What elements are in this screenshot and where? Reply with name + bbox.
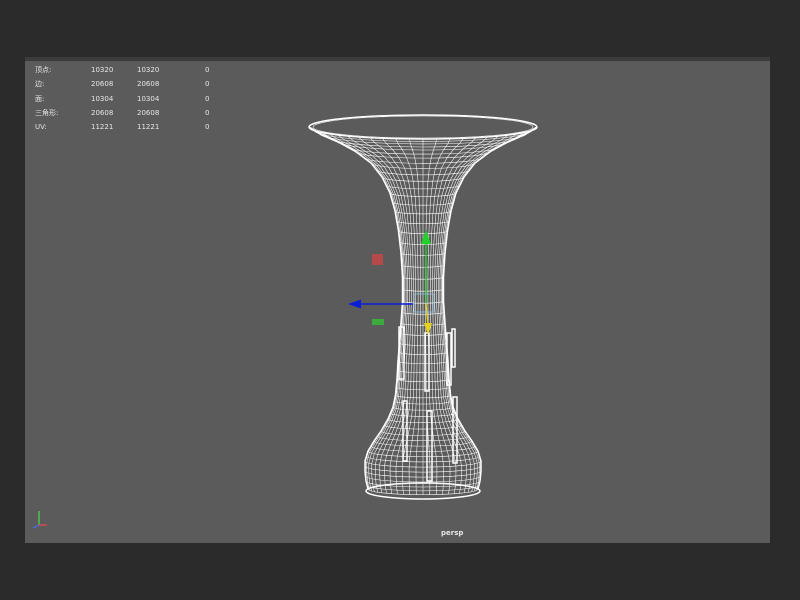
move-manipulator[interactable] <box>348 230 435 335</box>
plane-handle-red[interactable] <box>372 254 383 265</box>
scene-canvas[interactable] <box>25 61 770 543</box>
viewport-panel[interactable]: 顶点: 10320 10320 0 边: 20608 20608 0 面: 10… <box>25 61 770 543</box>
camera-name-label: persp <box>441 529 464 537</box>
world-axis-icon <box>32 511 47 529</box>
y-axis-arrow-icon[interactable] <box>421 230 431 244</box>
vase-wireframe-mesh[interactable] <box>308 114 538 500</box>
plane-handle-green[interactable] <box>372 319 384 325</box>
x-axis-arrow-icon[interactable] <box>348 299 361 309</box>
